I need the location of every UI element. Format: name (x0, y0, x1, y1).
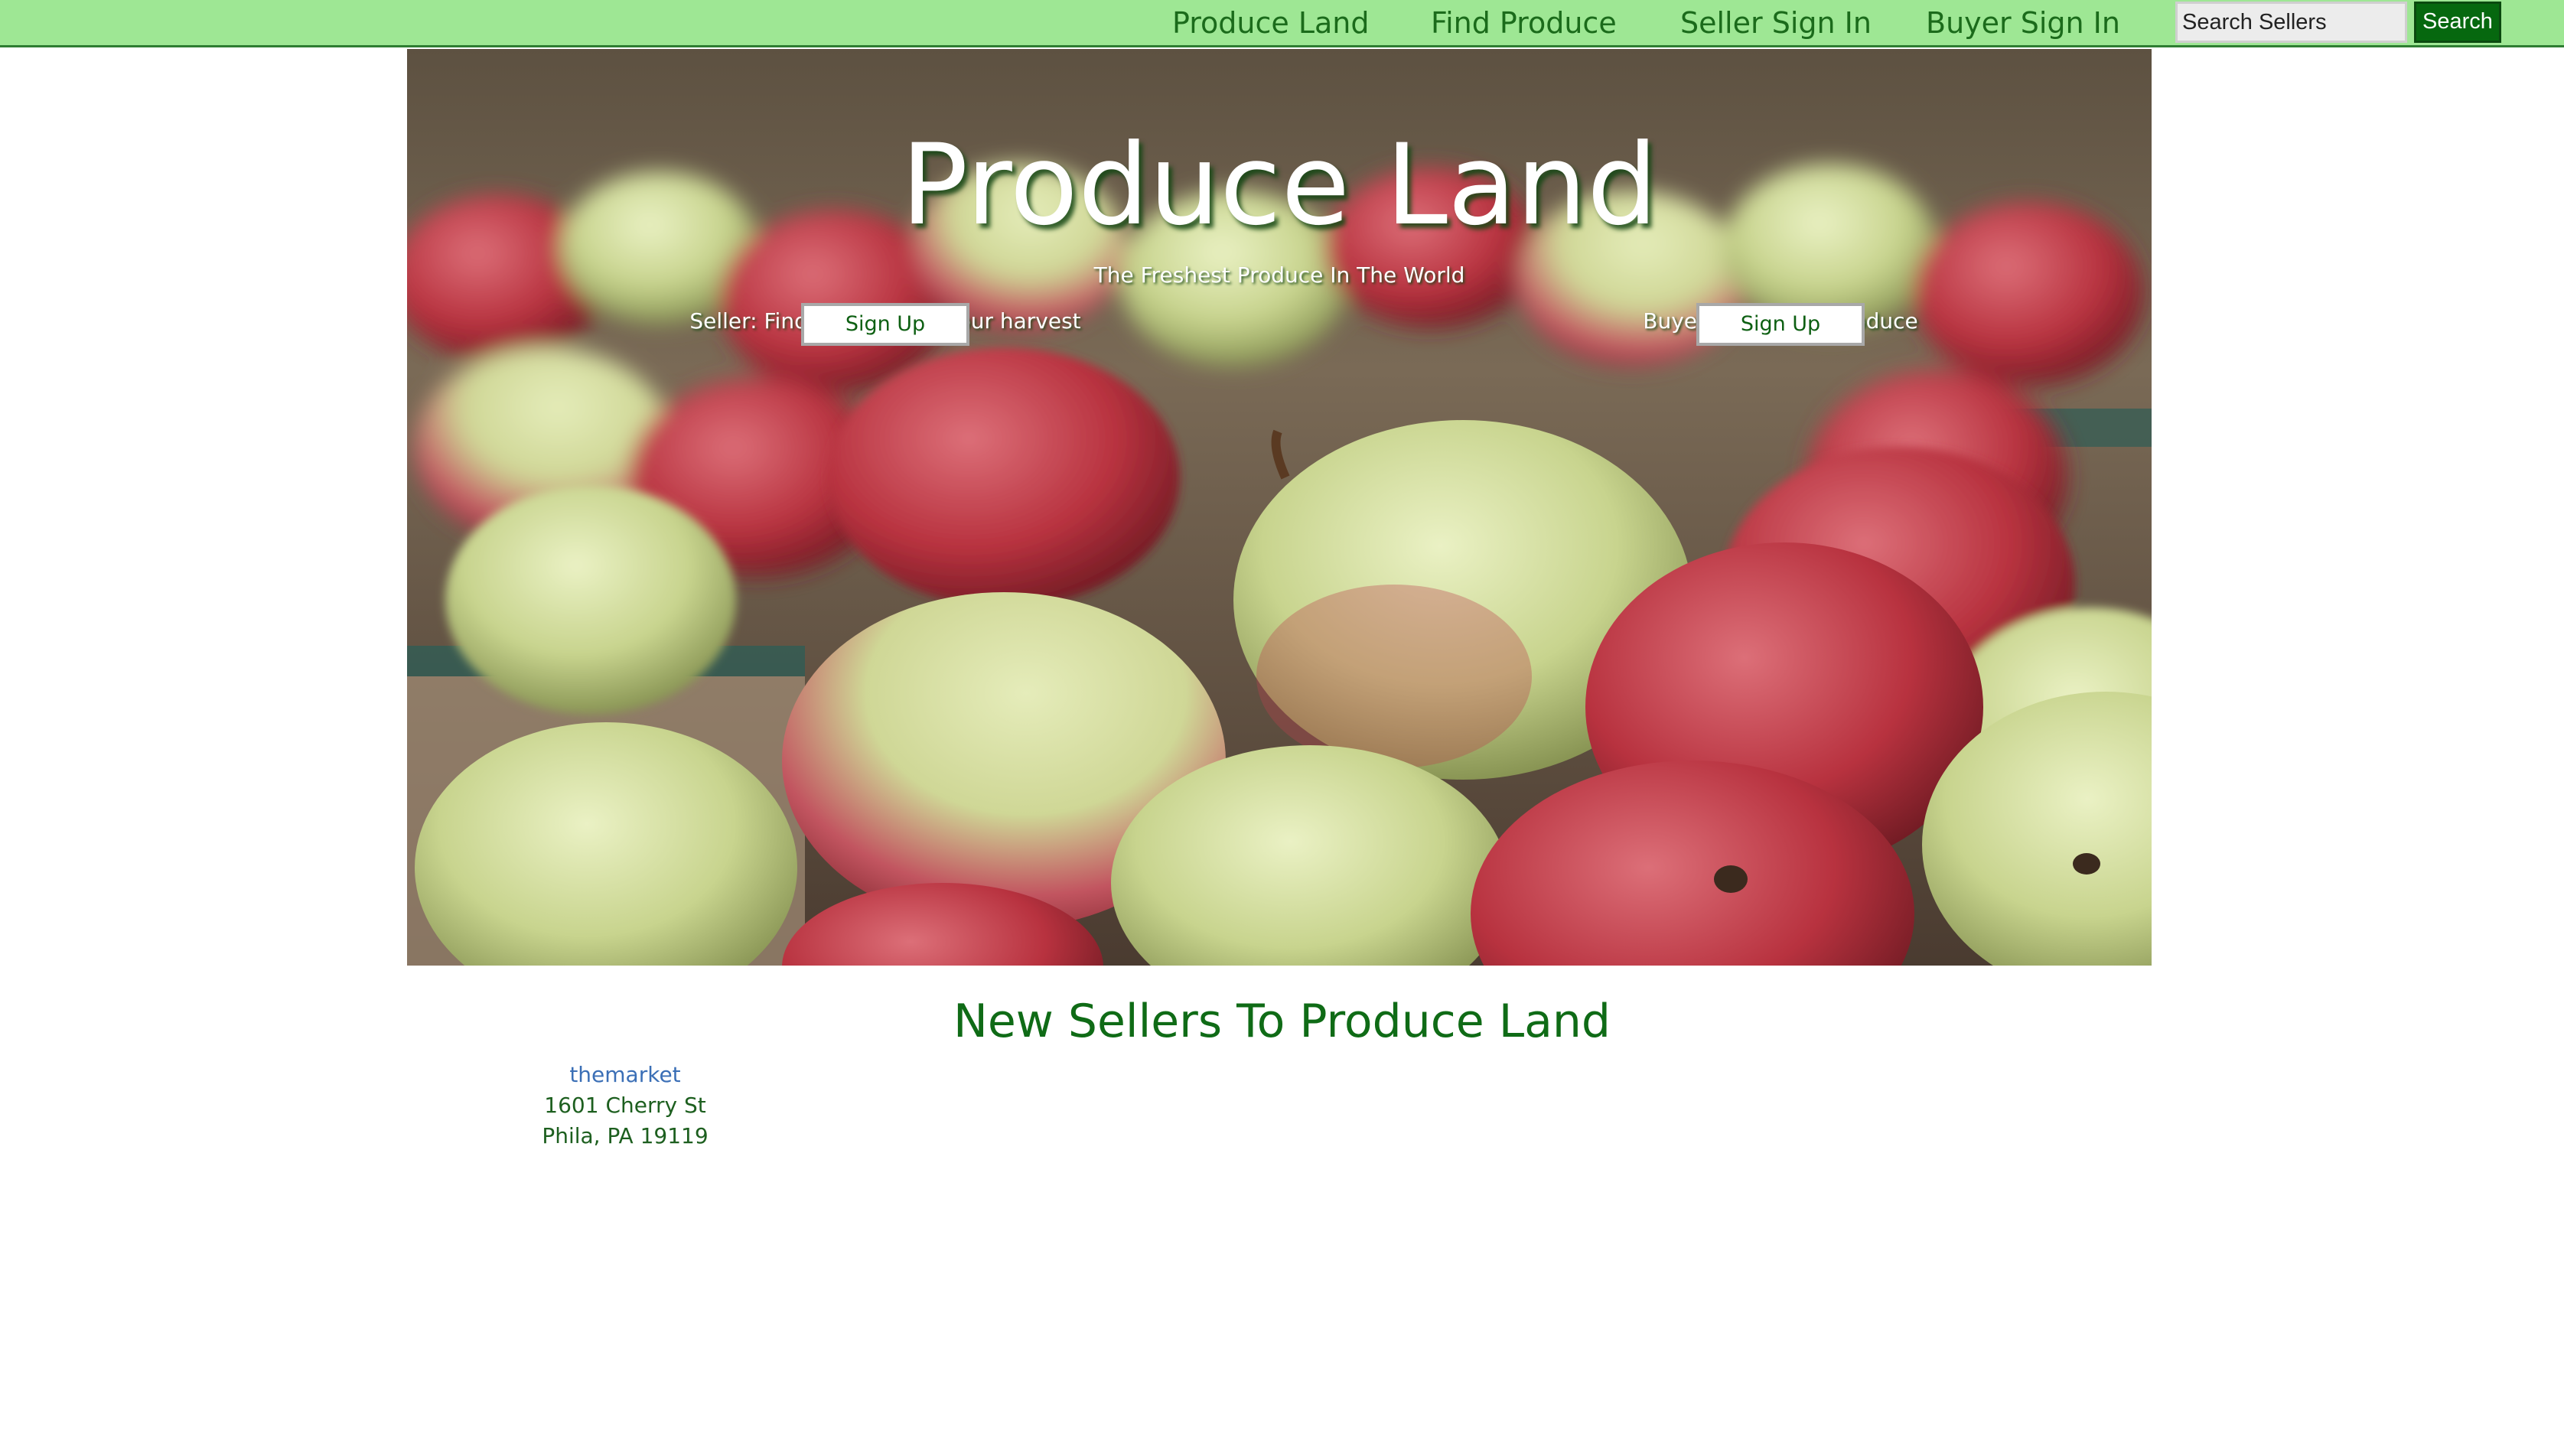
hero-banner: Produce Land The Freshest Produce In The… (407, 49, 2152, 966)
buyer-sign-up-button[interactable]: Sign Up (1696, 303, 1865, 346)
seller-address-street: 1601 Cherry St (544, 1093, 706, 1118)
nav-link-find-produce[interactable]: Find Produce (1431, 3, 1617, 43)
hero-subtitle: The Freshest Produce In The World (1093, 262, 1465, 288)
hero-title: Produce Land (901, 120, 1658, 250)
nav-link-buyer-sign-in[interactable]: Buyer Sign In (1926, 3, 2120, 43)
search-button[interactable]: Search (2414, 2, 2501, 43)
nav-link-home[interactable]: Produce Land (1172, 3, 1370, 43)
top-nav-bar: Produce Land Find Produce Seller Sign In… (0, 0, 2564, 47)
seller-sign-up-button[interactable]: Sign Up (801, 303, 969, 346)
new-sellers-heading: New Sellers To Produce Land (953, 995, 1611, 1048)
seller-address-city: Phila, PA 19119 (542, 1123, 709, 1148)
nav-link-seller-sign-in[interactable]: Seller Sign In (1680, 3, 1872, 43)
search-sellers-input[interactable] (2175, 2, 2407, 43)
seller-name-link[interactable]: themarket (472, 1060, 778, 1090)
seller-card: themarket 1601 Cherry St Phila, PA 19119 (472, 1060, 778, 1151)
